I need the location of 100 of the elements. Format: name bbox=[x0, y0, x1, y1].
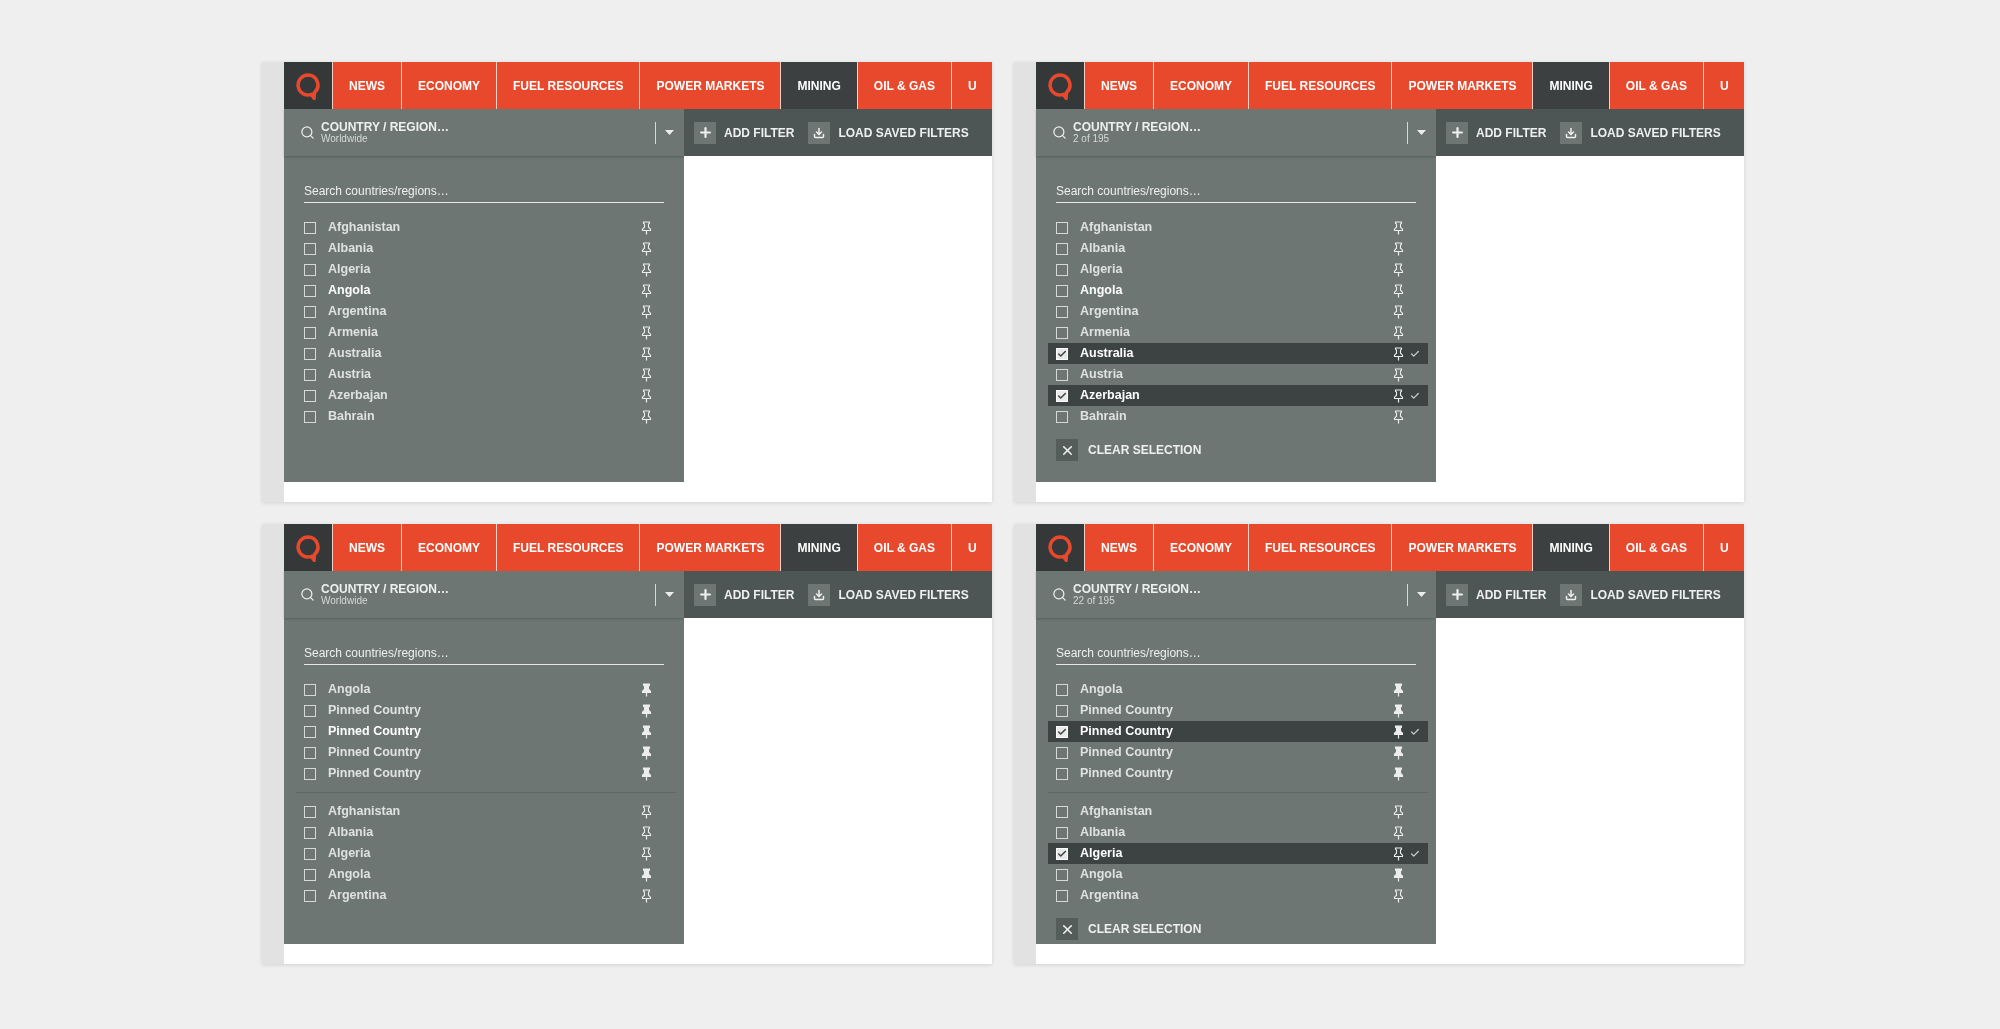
pin-outline-icon[interactable] bbox=[1393, 262, 1404, 277]
checkbox[interactable] bbox=[1056, 805, 1068, 818]
load-saved-filters-button[interactable]: LOAD SAVED FILTERS bbox=[1560, 583, 1721, 606]
nav-tab[interactable]: FUEL RESOURCES bbox=[496, 524, 640, 571]
country-option[interactable]: Bahrain bbox=[1048, 406, 1428, 427]
checkbox[interactable] bbox=[1056, 704, 1068, 717]
country-option[interactable]: Austria bbox=[296, 364, 676, 385]
country-option[interactable]: Angola bbox=[1048, 679, 1428, 700]
add-filter-button[interactable]: ADD FILTER bbox=[1446, 583, 1547, 606]
country-option[interactable]: Algeria bbox=[296, 259, 676, 280]
caret-down-icon[interactable] bbox=[665, 130, 674, 135]
country-option[interactable]: Albania bbox=[296, 822, 676, 843]
pin-outline-icon[interactable] bbox=[1393, 304, 1404, 319]
country-option[interactable]: Algeria bbox=[1048, 843, 1428, 864]
caret-down-icon[interactable] bbox=[1417, 130, 1426, 135]
checkbox[interactable] bbox=[304, 368, 316, 381]
add-filter-button[interactable]: ADD FILTER bbox=[1446, 121, 1547, 144]
country-option[interactable]: Albania bbox=[296, 238, 676, 259]
checkbox[interactable] bbox=[304, 284, 316, 297]
nav-tab[interactable]: FUEL RESOURCES bbox=[496, 62, 640, 109]
search-field[interactable]: Search countries/regions… bbox=[304, 644, 664, 665]
nav-tab[interactable]: MINING bbox=[780, 524, 857, 571]
checkbox[interactable] bbox=[1056, 746, 1068, 759]
nav-tab[interactable]: NEWS bbox=[1084, 524, 1153, 571]
country-option[interactable]: Algeria bbox=[296, 843, 676, 864]
nav-tab[interactable]: FUEL RESOURCES bbox=[1248, 524, 1392, 571]
pin-outline-icon[interactable] bbox=[641, 220, 652, 235]
checkbox[interactable] bbox=[304, 410, 316, 423]
checkbox[interactable] bbox=[1056, 263, 1068, 276]
pin-outline-icon[interactable] bbox=[1393, 367, 1404, 382]
nav-tab[interactable]: FUEL RESOURCES bbox=[1248, 62, 1392, 109]
checkbox[interactable] bbox=[1056, 889, 1068, 902]
pin-filled-icon[interactable] bbox=[1393, 724, 1404, 739]
pin-outline-icon[interactable] bbox=[641, 846, 652, 861]
pin-outline-icon[interactable] bbox=[1393, 888, 1404, 903]
pin-filled-icon[interactable] bbox=[1393, 766, 1404, 781]
nav-tab[interactable]: OIL & GAS bbox=[1608, 62, 1703, 109]
pin-filled-icon[interactable] bbox=[1393, 745, 1404, 760]
country-option[interactable]: Afghanistan bbox=[1048, 217, 1428, 238]
checkbox[interactable] bbox=[304, 847, 316, 860]
country-option[interactable]: Azerbajan bbox=[296, 385, 676, 406]
search-field[interactable]: Search countries/regions… bbox=[1056, 182, 1416, 203]
pin-outline-icon[interactable] bbox=[641, 367, 652, 382]
load-saved-filters-button[interactable]: LOAD SAVED FILTERS bbox=[808, 121, 969, 144]
nav-tab[interactable]: POWER MARKETS bbox=[639, 524, 781, 571]
pin-outline-icon[interactable] bbox=[1393, 241, 1404, 256]
checkbox[interactable] bbox=[1056, 368, 1068, 381]
country-option[interactable]: Argentina bbox=[296, 885, 676, 906]
checkbox[interactable] bbox=[304, 746, 316, 759]
country-option[interactable]: Angola bbox=[1048, 864, 1428, 885]
checkbox[interactable] bbox=[304, 347, 316, 360]
logo[interactable] bbox=[284, 524, 332, 571]
country-option[interactable]: Angola bbox=[1048, 280, 1428, 301]
pin-outline-icon[interactable] bbox=[1393, 825, 1404, 840]
checkbox[interactable] bbox=[304, 805, 316, 818]
nav-tab[interactable]: ECONOMY bbox=[401, 62, 496, 109]
pin-outline-icon[interactable] bbox=[641, 325, 652, 340]
country-option[interactable]: Pinned Country bbox=[296, 742, 676, 763]
pin-outline-icon[interactable] bbox=[641, 262, 652, 277]
clear-selection-button[interactable]: CLEAR SELECTION bbox=[1056, 918, 1436, 940]
pin-filled-icon[interactable] bbox=[641, 766, 652, 781]
nav-tab[interactable]: POWER MARKETS bbox=[1391, 62, 1533, 109]
nav-tab[interactable]: MINING bbox=[1532, 62, 1609, 109]
country-option[interactable]: Argentina bbox=[1048, 885, 1428, 906]
caret-down-icon[interactable] bbox=[1417, 592, 1426, 597]
pin-outline-icon[interactable] bbox=[641, 304, 652, 319]
country-option[interactable]: Pinned Country bbox=[1048, 721, 1428, 742]
search-field[interactable]: Search countries/regions… bbox=[1056, 644, 1416, 665]
pin-filled-icon[interactable] bbox=[641, 867, 652, 882]
nav-tab[interactable]: OIL & GAS bbox=[1608, 524, 1703, 571]
search-field[interactable]: Search countries/regions… bbox=[304, 182, 664, 203]
pin-outline-icon[interactable] bbox=[641, 346, 652, 361]
checkbox[interactable] bbox=[1056, 683, 1068, 696]
checkbox[interactable] bbox=[1056, 221, 1068, 234]
country-option[interactable]: Argentina bbox=[296, 301, 676, 322]
checkbox[interactable] bbox=[304, 326, 316, 339]
checkbox[interactable] bbox=[304, 826, 316, 839]
pin-filled-icon[interactable] bbox=[1393, 867, 1404, 882]
nav-tab[interactable]: U bbox=[950, 524, 992, 571]
nav-tab[interactable]: NEWS bbox=[332, 524, 401, 571]
pin-filled-icon[interactable] bbox=[641, 724, 652, 739]
country-option[interactable]: Pinned Country bbox=[1048, 742, 1428, 763]
checkbox[interactable] bbox=[1056, 326, 1068, 339]
country-option[interactable]: Afghanistan bbox=[296, 217, 676, 238]
nav-tab[interactable]: NEWS bbox=[332, 62, 401, 109]
checkbox[interactable] bbox=[1056, 410, 1068, 423]
checkbox[interactable] bbox=[304, 683, 316, 696]
country-option[interactable]: Angola bbox=[296, 679, 676, 700]
pin-outline-icon[interactable] bbox=[1393, 283, 1404, 298]
logo[interactable] bbox=[1036, 524, 1084, 571]
country-option[interactable]: Pinned Country bbox=[296, 700, 676, 721]
pin-outline-icon[interactable] bbox=[641, 388, 652, 403]
load-saved-filters-button[interactable]: LOAD SAVED FILTERS bbox=[1560, 121, 1721, 144]
country-option[interactable]: Pinned Country bbox=[296, 721, 676, 742]
add-filter-button[interactable]: ADD FILTER bbox=[694, 583, 795, 606]
country-option[interactable]: Azerbajan bbox=[1048, 385, 1428, 406]
checkbox[interactable] bbox=[304, 221, 316, 234]
checkbox[interactable] bbox=[304, 767, 316, 780]
pin-filled-icon[interactable] bbox=[641, 745, 652, 760]
country-option[interactable]: Angola bbox=[296, 864, 676, 885]
